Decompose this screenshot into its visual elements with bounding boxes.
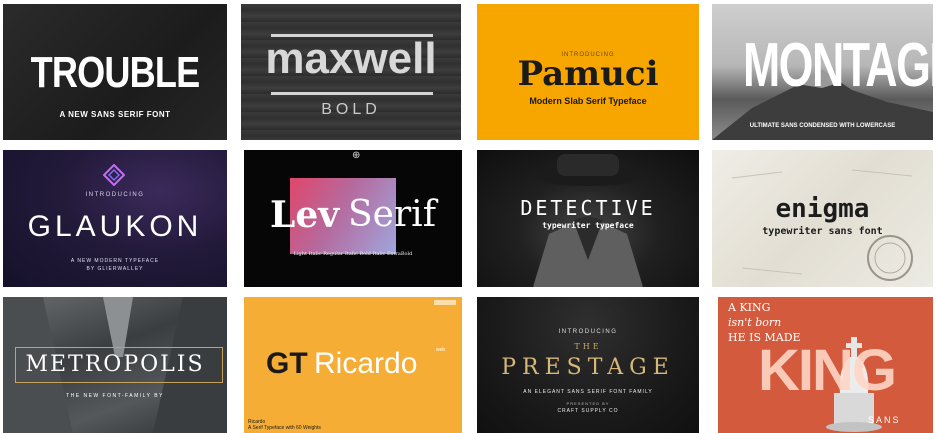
card-title-left: Lev bbox=[270, 194, 340, 236]
card-title: TROUBLE bbox=[30, 48, 200, 97]
font-card-lev-serif[interactable]: ⊕ Lev Serif Light Italic Regular Italic … bbox=[244, 150, 462, 287]
font-card-pamuci[interactable]: INTRODUCING Pamuci Modern Slab Serif Typ… bbox=[477, 4, 699, 140]
card-title: PRESTAGE bbox=[501, 355, 675, 380]
card-subtitle: SANS bbox=[868, 415, 901, 425]
card-subtitle: Light Italic Regular Italic Bold Italic … bbox=[293, 251, 413, 257]
card-title: KING bbox=[758, 338, 897, 403]
card-subtitle: A NEW SANS SERIF FONT bbox=[59, 110, 171, 119]
card-subtitle: AN ELEGANT SANS SERIF FONT FAMILY bbox=[523, 389, 653, 395]
decor-line bbox=[271, 92, 433, 95]
font-card-king[interactable]: A KING isn't born HE IS MADE KING SANS bbox=[718, 297, 933, 433]
card-title: METROPOLIS bbox=[25, 352, 205, 377]
card-kicker: INTRODUCING bbox=[558, 329, 618, 335]
card-title: GLAUKON bbox=[27, 210, 203, 243]
card-subtitle: A NEW MODERN TYPEFACE bbox=[70, 258, 160, 264]
font-card-gt-ricardo[interactable]: GT Ricardo web Ricardo A Serif Typeface … bbox=[244, 297, 462, 433]
card-title: Pamuci bbox=[517, 54, 659, 94]
card-kicker2: THE bbox=[574, 342, 602, 351]
font-card-metropolis[interactable]: METROPOLIS THE NEW FONT-FAMILY BY bbox=[3, 297, 227, 433]
card-line1: A KING bbox=[728, 301, 771, 314]
card-subtitle: typewriter sans font bbox=[762, 226, 883, 237]
font-card-montage[interactable]: MONTAGE ULTIMATE SANS CONDENSED WITH LOW… bbox=[712, 4, 933, 140]
card-byline: BY GLIERWALLEY bbox=[86, 266, 144, 272]
corner-tag bbox=[434, 300, 456, 305]
logo-icon bbox=[103, 164, 125, 186]
card-kicker: INTRODUCING bbox=[85, 192, 145, 198]
card-title-right: Serif bbox=[348, 194, 437, 235]
card-title-right: Ricardo bbox=[314, 347, 418, 380]
card-subtitle: THE NEW FONT-FAMILY BY bbox=[66, 393, 164, 399]
web-badge: web bbox=[436, 347, 446, 353]
card-subtitle: typewriter typeface bbox=[542, 221, 634, 230]
font-gallery-grid: TROUBLE A NEW SANS SERIF FONT maxwell BO… bbox=[0, 0, 936, 433]
card-note-line2: A Serif Typeface with 60 Weights bbox=[248, 425, 321, 431]
card-subtitle: ULTIMATE SANS CONDENSED WITH LOWERCASE bbox=[749, 123, 896, 129]
card-title: DETECTIVE bbox=[520, 196, 656, 220]
font-card-trouble[interactable]: TROUBLE A NEW SANS SERIF FONT bbox=[3, 4, 227, 140]
card-byline1: PRESENTED BY bbox=[566, 401, 610, 406]
card-subtitle: Modern Slab Serif Typeface bbox=[529, 96, 647, 106]
card-title: maxwell bbox=[265, 34, 437, 83]
font-card-glaukon[interactable]: INTRODUCING GLAUKON A NEW MODERN TYPEFAC… bbox=[3, 150, 227, 287]
top-symbol-icon: ⊕ bbox=[352, 150, 361, 161]
card-title-left: GT bbox=[266, 347, 308, 380]
card-byline2: CRAFT SUPPLY CO bbox=[557, 408, 619, 414]
card-title: MONTAGE bbox=[742, 31, 933, 100]
font-card-maxwell[interactable]: maxwell BOLD bbox=[241, 4, 461, 140]
font-card-prestage[interactable]: INTRODUCING THE PRESTAGE AN ELEGANT SANS… bbox=[477, 297, 699, 433]
font-card-enigma[interactable]: enigma typewriter sans font bbox=[712, 150, 933, 287]
card-subtitle: BOLD bbox=[321, 101, 381, 118]
card-line2: isn't born bbox=[728, 316, 782, 329]
font-card-detective[interactable]: DETECTIVE typewriter typeface bbox=[477, 150, 699, 287]
card-title: enigma bbox=[775, 194, 870, 224]
